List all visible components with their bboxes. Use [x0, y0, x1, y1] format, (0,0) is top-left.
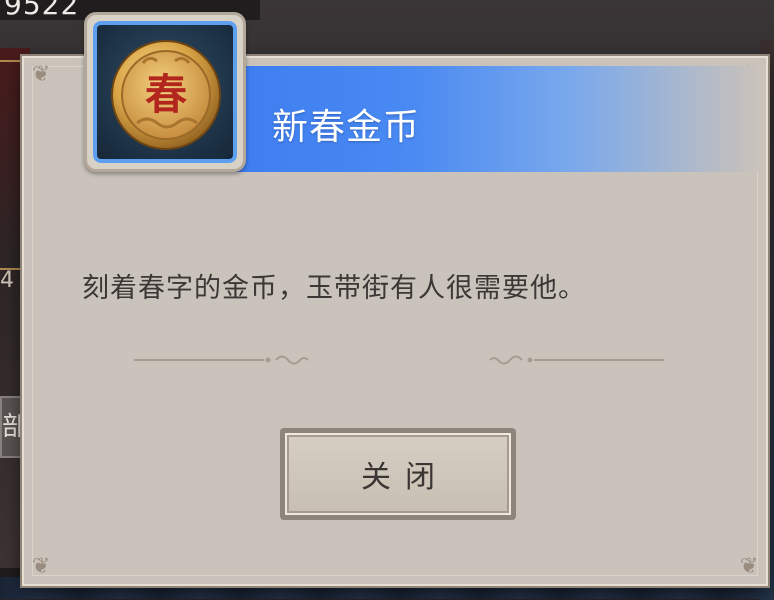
divider-ornament-right — [489, 355, 664, 365]
divider-ornament-left — [134, 355, 309, 365]
close-button-face[interactable]: 关闭 — [285, 433, 511, 515]
left-panel-text: 4 — [0, 268, 14, 293]
item-icon-frame: 春 — [84, 12, 246, 172]
item-name-title: 新春金币 — [272, 107, 421, 148]
corner-ornament-icon: ❦ — [31, 62, 51, 87]
coin-glyph: 春 — [145, 70, 187, 119]
close-button[interactable]: 关闭 — [280, 428, 516, 520]
spring-gold-coin-icon: 春 — [111, 40, 221, 150]
corner-ornament-icon: ❦ — [31, 554, 51, 579]
close-button-label: 关闭 — [361, 460, 449, 495]
item-icon-slot: 春 — [93, 21, 237, 163]
currency-counter: 9522 — [4, 0, 80, 21]
item-description: 刻着春字的金币，玉带街有人很需要他。 — [82, 273, 586, 304]
item-detail-dialog: ❦ ❦ ❦ ❦ 新春金币 — [22, 12, 768, 586]
corner-ornament-icon: ❦ — [739, 554, 759, 579]
